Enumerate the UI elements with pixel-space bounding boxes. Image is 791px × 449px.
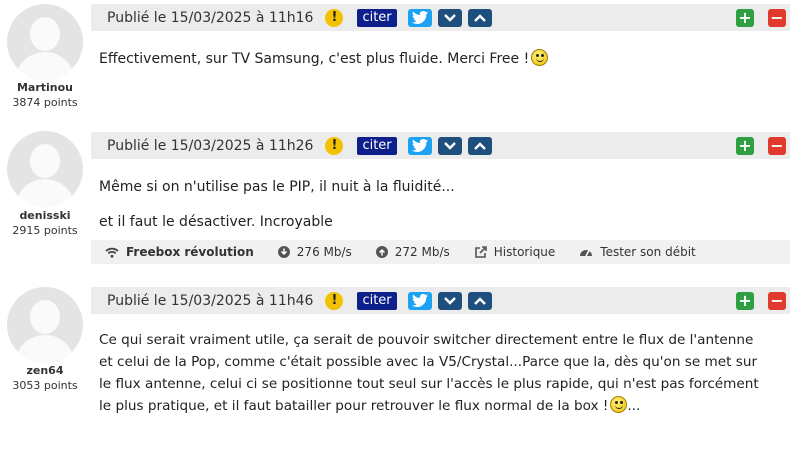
published-date: Publié le 15/03/2025 à 11h46 — [107, 292, 314, 309]
download-speed: 276 Mb/s — [277, 245, 352, 259]
post-content: Ce qui serait vraiment utile, ça serait … — [99, 329, 779, 417]
user-points: 3053 points — [12, 379, 78, 392]
post-header: Publié le 15/03/2025 à 11h16 ! citer + − — [91, 4, 790, 31]
quote-button[interactable]: citer — [357, 8, 397, 27]
username[interactable]: zen64 — [0, 364, 90, 377]
post-line: et celui de la Pop, comme c'était possib… — [99, 354, 758, 370]
chevron-down-icon[interactable] — [437, 136, 462, 155]
user-points: 3874 points — [12, 96, 78, 109]
post-line: Même si on n'utilise pas le PIP, il nuit… — [99, 179, 455, 195]
connection-bar: Freebox révolution 276 Mb/s 272 Mb/s His… — [91, 240, 790, 264]
published-date: Publié le 15/03/2025 à 11h16 — [107, 9, 314, 26]
upvote-button[interactable]: + — [736, 137, 754, 155]
downvote-button[interactable]: − — [768, 292, 786, 310]
download-icon — [277, 246, 290, 258]
post-line: Effectivement, sur TV Samsung, c'est plu… — [99, 51, 530, 67]
smiley-icon — [531, 49, 549, 66]
upload-speed: 272 Mb/s — [375, 245, 450, 259]
external-link-icon — [474, 245, 487, 258]
report-icon[interactable]: ! — [325, 291, 344, 310]
twitter-icon[interactable] — [407, 136, 432, 155]
post-header: Publié le 15/03/2025 à 11h26 ! citer + − — [91, 132, 790, 159]
upvote-button[interactable]: + — [736, 9, 754, 27]
wifi-icon — [105, 247, 119, 258]
quote-button[interactable]: citer — [357, 291, 397, 310]
chevron-up-icon[interactable] — [467, 291, 492, 310]
post-header: Publié le 15/03/2025 à 11h46 ! citer + − — [91, 287, 790, 314]
report-icon[interactable]: ! — [325, 8, 344, 27]
avatar[interactable] — [7, 4, 83, 80]
published-date: Publié le 15/03/2025 à 11h26 — [107, 137, 314, 154]
report-icon[interactable]: ! — [325, 136, 344, 155]
downvote-button[interactable]: − — [768, 9, 786, 27]
chevron-up-icon[interactable] — [467, 136, 492, 155]
speedometer-icon — [580, 250, 593, 257]
user-points: 2915 points — [12, 224, 78, 237]
post-line: et il faut le désactiver. Incroyable — [99, 214, 333, 230]
avatar[interactable] — [7, 287, 83, 363]
post-content: Effectivement, sur TV Samsung, c'est plu… — [99, 48, 779, 70]
quote-button[interactable]: citer — [357, 136, 397, 155]
username[interactable]: Martinou — [0, 81, 90, 94]
twitter-icon[interactable] — [407, 8, 432, 27]
chevron-down-icon[interactable] — [437, 291, 462, 310]
connection-box: Freebox révolution — [105, 245, 254, 259]
downvote-button[interactable]: − — [768, 137, 786, 155]
upload-icon — [375, 246, 388, 258]
post-tail: ... — [627, 398, 641, 414]
chevron-down-icon[interactable] — [437, 8, 462, 27]
post-line: Ce qui serait vraiment utile, ça serait … — [99, 332, 754, 348]
username[interactable]: denisski — [0, 209, 90, 222]
speed-test-link[interactable]: Tester son débit — [579, 245, 696, 259]
post-line: le plus pratique, et il faut batailler p… — [99, 396, 641, 414]
upvote-button[interactable]: + — [736, 292, 754, 310]
avatar[interactable] — [7, 131, 83, 207]
history-link[interactable]: Historique — [474, 245, 555, 259]
smiley-icon — [610, 396, 628, 413]
post-line: le flux antenne, celui ci se positionne … — [99, 376, 759, 392]
twitter-icon[interactable] — [407, 291, 432, 310]
post-content: Même si on n'utilise pas le PIP, il nuit… — [99, 176, 779, 233]
chevron-up-icon[interactable] — [467, 8, 492, 27]
